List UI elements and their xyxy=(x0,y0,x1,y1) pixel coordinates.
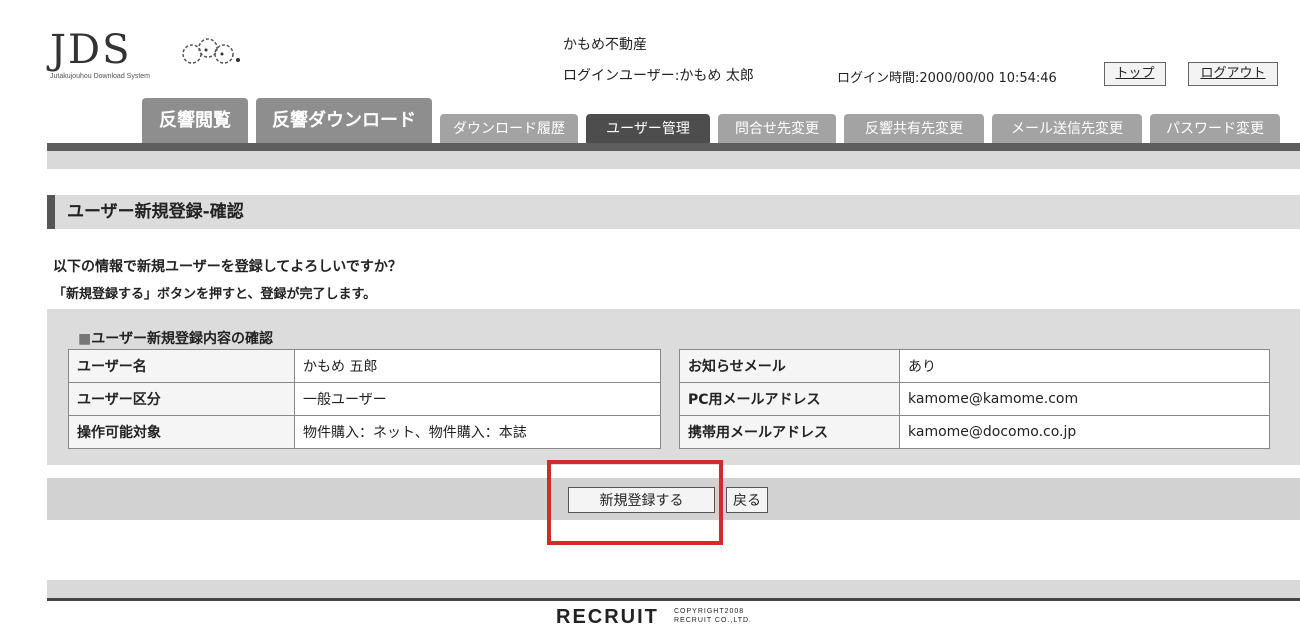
table-row: ユーザー名 かもめ 五郎 xyxy=(68,349,661,383)
footer-copyright: COPYRIGHT2008 RECRUIT CO.,LTD. xyxy=(674,607,752,625)
login-user: ログインユーザー:かもめ 太郎 xyxy=(563,68,754,84)
copyright-line-1: COPYRIGHT2008 xyxy=(674,608,745,615)
tab-mail-destination-change[interactable]: メール送信先変更 xyxy=(992,114,1142,144)
square-bullet-icon: ■ xyxy=(78,331,92,347)
footer-bar xyxy=(47,580,1300,598)
highlight-annotation xyxy=(547,460,723,545)
tab-download-history[interactable]: ダウンロード履歴 xyxy=(440,114,578,144)
row-value: kamome@docomo.co.jp xyxy=(899,415,1270,449)
logout-button[interactable]: ログアウト xyxy=(1188,62,1278,86)
confirm-title-text: ユーザー新規登録内容の確認 xyxy=(91,331,273,347)
tab-password-change[interactable]: パスワード変更 xyxy=(1150,114,1280,144)
row-label: PC用メールアドレス xyxy=(679,382,900,416)
row-value: kamome@kamome.com xyxy=(899,382,1270,416)
user-info-table: ユーザー名 かもめ 五郎 ユーザー区分 一般ユーザー 操作可能対象 物件購入：ネ… xyxy=(68,349,661,449)
tab-bar-line xyxy=(47,143,1300,151)
company-name: かもめ不動産 xyxy=(563,37,647,53)
confirm-panel-title: ■ユーザー新規登録内容の確認 xyxy=(78,328,273,348)
tab-response-view[interactable]: 反響閲覧 xyxy=(142,98,248,144)
logo-brand: JDS xyxy=(50,27,132,73)
footer-line xyxy=(47,598,1300,601)
main-tabs: 反響閲覧 反響ダウンロード ダウンロード履歴 ユーザー管理 問合せ先変更 反響共… xyxy=(142,98,1300,144)
row-label: お知らせメール xyxy=(679,349,900,383)
tab-user-management[interactable]: ユーザー管理 xyxy=(586,114,710,144)
table-row: 操作可能対象 物件購入：ネット、物件購入：本誌 xyxy=(68,415,661,449)
confirm-message: 以下の情報で新規ユーザーを登録してよろしいですか？ xyxy=(53,259,402,275)
jds-logo: JDS Jutakujouhou Download System xyxy=(50,28,250,88)
table-row: 携帯用メールアドレス kamome@docomo.co.jp xyxy=(679,415,1270,449)
page-title: ユーザー新規登録-確認 xyxy=(47,195,1300,229)
row-value: 一般ユーザー xyxy=(294,382,661,416)
top-button[interactable]: トップ xyxy=(1104,62,1166,86)
tab-inquiry-change[interactable]: 問合せ先変更 xyxy=(718,114,836,144)
row-value: かもめ 五郎 xyxy=(294,349,661,383)
sub-bar xyxy=(47,151,1300,169)
row-value: あり xyxy=(899,349,1270,383)
footer-brand: RECRUIT xyxy=(556,606,659,628)
mail-info-table: お知らせメール あり PC用メールアドレス kamome@kamome.com … xyxy=(679,349,1270,449)
logo-subtitle: Jutakujouhou Download System xyxy=(50,73,151,80)
row-label: 操作可能対象 xyxy=(68,415,295,449)
copyright-line-2: RECRUIT CO.,LTD. xyxy=(674,617,752,624)
row-label: 携帯用メールアドレス xyxy=(679,415,900,449)
table-row: PC用メールアドレス kamome@kamome.com xyxy=(679,382,1270,416)
tab-response-download[interactable]: 反響ダウンロード xyxy=(256,98,432,144)
row-label: ユーザー名 xyxy=(68,349,295,383)
table-row: ユーザー区分 一般ユーザー xyxy=(68,382,661,416)
back-button[interactable]: 戻る xyxy=(726,487,768,513)
row-value: 物件購入：ネット、物件購入：本誌 xyxy=(294,415,661,449)
tab-share-change[interactable]: 反響共有先変更 xyxy=(844,114,984,144)
login-time: ログイン時間:2000/00/00 10:54:46 xyxy=(837,71,1057,86)
table-row: お知らせメール あり xyxy=(679,349,1270,383)
row-label: ユーザー区分 xyxy=(68,382,295,416)
confirm-instruction: 「新規登録する」ボタンを押すと、登録が完了します。 xyxy=(53,287,377,302)
clover-mascot-icon xyxy=(182,38,240,64)
